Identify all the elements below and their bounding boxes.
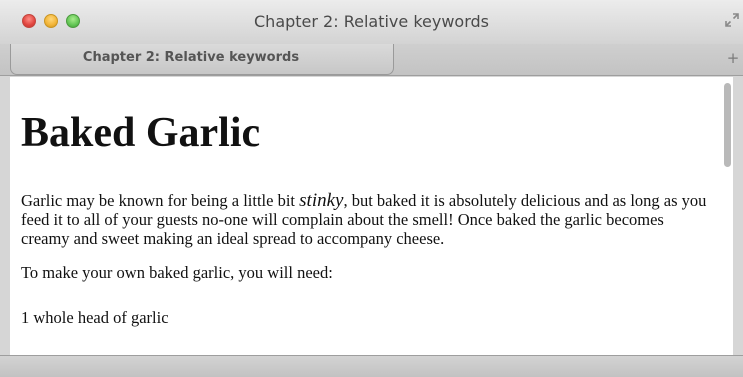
intro-paragraph: Garlic may be known for being a little b… (21, 191, 711, 248)
tab-label: Chapter 2: Relative keywords (82, 50, 300, 65)
document-body: Baked Garlic Garlic may be known for bei… (21, 77, 711, 327)
title-bar[interactable]: Chapter 2: Relative keywords (0, 0, 743, 44)
fullscreen-icon[interactable] (725, 13, 739, 27)
status-bar (0, 355, 743, 377)
tab-strip: Chapter 2: Relative keywords + (0, 44, 743, 76)
page-content: Baked Garlic Garlic may be known for bei… (10, 77, 733, 355)
ingredients-intro: To make your own baked garlic, you will … (21, 263, 333, 282)
browser-window: Chapter 2: Relative keywords Chapter 2: … (0, 0, 743, 377)
page-heading: Baked Garlic (21, 110, 261, 156)
tab-chapter-2[interactable]: Chapter 2: Relative keywords (10, 44, 394, 75)
window-title: Chapter 2: Relative keywords (254, 12, 489, 31)
cut-off-line: 1 whole head of garlic (21, 308, 169, 327)
vertical-scrollbar[interactable] (719, 77, 733, 355)
new-tab-button[interactable]: + (726, 49, 740, 67)
intro-emphasis: stinky (299, 190, 344, 211)
intro-text-start: Garlic may be known for being a little b… (21, 191, 300, 210)
scroll-thumb[interactable] (724, 83, 731, 167)
